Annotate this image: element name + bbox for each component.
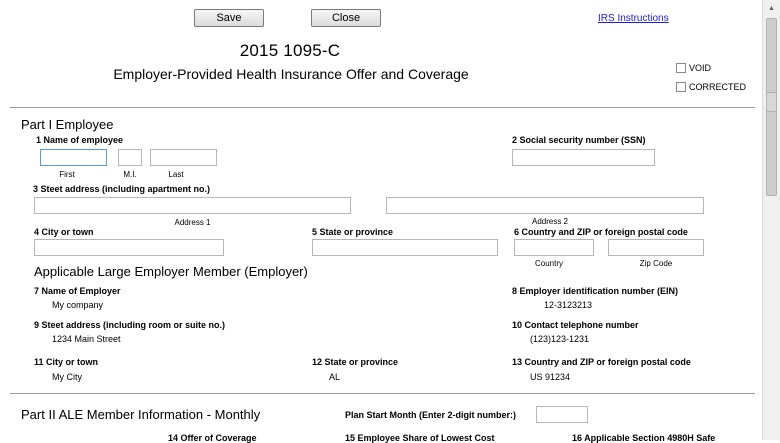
zip-sublabel: Zip Code [639, 259, 673, 268]
close-button[interactable]: Close [311, 9, 381, 27]
offer-of-coverage-header: 14 Offer of Coverage [168, 433, 257, 443]
mi-sublabel: M.I. [123, 170, 137, 179]
first-name-input[interactable] [40, 149, 107, 166]
phone-label: 10 Contact telephone number [512, 320, 639, 330]
address1-sublabel: Address 1 [174, 218, 211, 227]
state-label: 5 State or province [312, 227, 394, 237]
employer-name-value: My company [52, 300, 104, 310]
street-address-label: 3 Steet address (including apartment no.… [33, 184, 211, 194]
void-label: VOID [689, 63, 712, 73]
header-divider [10, 107, 755, 108]
ssn-label: 2 Social security number (SSN) [512, 135, 646, 145]
employer-heading: Applicable Large Employer Member (Employ… [34, 264, 308, 279]
scrollbar-grip-icon [766, 92, 777, 112]
employer-city-label: 11 City or town [34, 357, 99, 367]
employer-address-label: 9 Steet address (including room or suite… [34, 320, 226, 330]
last-name-input[interactable] [150, 149, 217, 166]
address1-input[interactable] [34, 197, 351, 214]
city-label: 4 City or town [34, 227, 94, 237]
employer-country-zip-label: 13 Country and ZIP or foreign postal cod… [512, 357, 691, 367]
form-title: 2015 1095-C [239, 41, 341, 60]
part1-heading: Part I Employee [21, 117, 114, 132]
state-input[interactable] [312, 239, 498, 256]
first-sublabel: First [59, 170, 75, 179]
country-zip-label: 6 Country and ZIP or foreign postal code [514, 227, 688, 237]
middle-initial-input[interactable] [118, 149, 142, 166]
zip-input[interactable] [608, 239, 704, 256]
part2-divider [10, 393, 755, 394]
employer-name-label: 7 Name of Employer [34, 286, 121, 296]
address2-sublabel: Address 2 [531, 217, 569, 226]
safe-harbor-header: 16 Applicable Section 4980H Safe [572, 433, 716, 443]
employee-share-header: 15 Employee Share of Lowest Cost [345, 433, 495, 443]
vertical-scrollbar[interactable]: ▲ [762, 0, 780, 440]
employer-country-zip-value: US 91234 [530, 372, 571, 382]
corrected-checkbox[interactable] [676, 82, 686, 92]
phone-value: (123)123-1231 [530, 334, 590, 344]
part2-heading: Part II ALE Member Information - Monthly [21, 407, 261, 422]
country-sublabel: Country [534, 259, 563, 268]
scroll-up-icon[interactable]: ▲ [763, 0, 780, 17]
irs-instructions-link[interactable]: IRS Instructions [598, 13, 669, 24]
country-input[interactable] [514, 239, 594, 256]
void-checkbox[interactable] [676, 63, 686, 73]
ein-label: 8 Employer identification number (EIN) [512, 286, 679, 296]
employer-state-value: AL [329, 372, 341, 382]
city-input[interactable] [34, 239, 224, 256]
employee-name-label: 1 Name of employee [36, 135, 124, 145]
corrected-label: CORRECTED [689, 82, 747, 92]
form-subtitle: Employer-Provided Health Insurance Offer… [113, 66, 469, 82]
last-sublabel: Last [168, 170, 184, 179]
employer-state-label: 12 State or province [312, 357, 399, 367]
plan-start-label: Plan Start Month (Enter 2-digit number:) [345, 410, 516, 420]
save-button[interactable]: Save [194, 9, 264, 27]
address2-input[interactable] [386, 197, 704, 214]
employer-city-value: My City [52, 372, 82, 382]
ssn-input[interactable] [512, 149, 655, 166]
employer-address-value: 1234 Main Street [52, 334, 121, 344]
ein-value: 12-3123213 [544, 300, 593, 310]
plan-start-month-input[interactable] [536, 406, 588, 423]
